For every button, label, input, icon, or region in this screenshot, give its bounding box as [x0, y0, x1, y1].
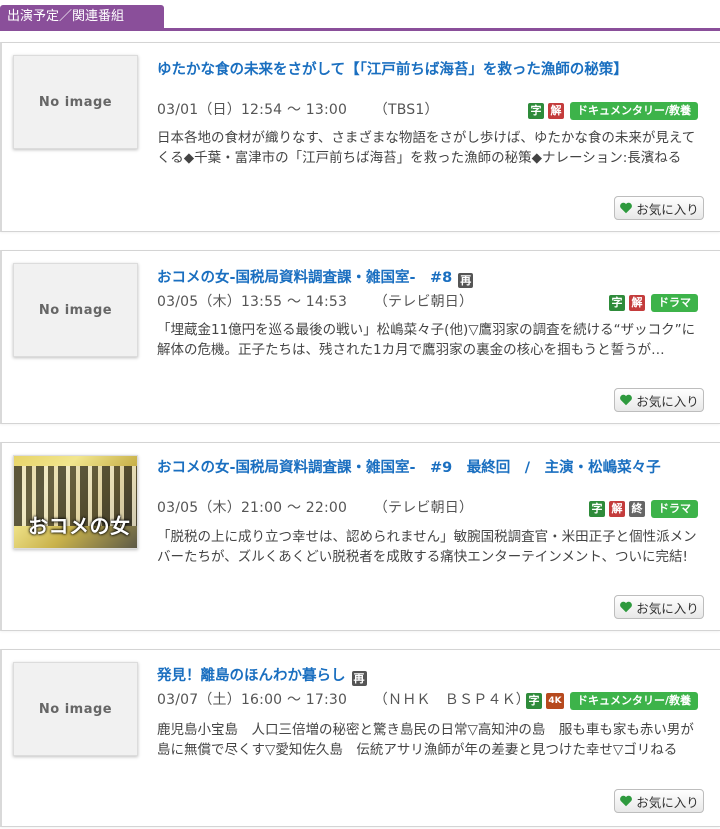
- genre-badge: ドラマ: [651, 500, 698, 518]
- program-schedule: 03/05（木）21:00 ～ 22:00 （テレビ朝日）: [157, 498, 473, 518]
- program-title-text: おコメの女-国税局資料調査課・雑国室- #8: [157, 270, 453, 286]
- tab-underline: [0, 28, 720, 31]
- program-description: 鹿児島小宝島 人口三倍増の秘密と驚き島民の日常▽高知沖の島 服も車も家も赤い男が…: [157, 722, 694, 758]
- program-schedule: 03/07（土）16:00 ～ 17:30 （ＮＨＫ ＢＳＰ４Ｋ）: [157, 690, 530, 710]
- program-channel: （ＮＨＫ ＢＳＰ４Ｋ）: [373, 692, 530, 708]
- section-tab[interactable]: 出演予定／関連番組: [0, 5, 164, 29]
- program-title[interactable]: おコメの女-国税局資料調査課・雑国室- #9 最終回 / 主演・松嶋菜々子: [157, 458, 667, 478]
- program-card: おコメの女 おコメの女-国税局資料調査課・雑国室- #9 最終回 / 主演・松嶋…: [0, 442, 720, 631]
- favorite-button[interactable]: お気に入り: [614, 789, 704, 813]
- program-thumbnail[interactable]: おコメの女: [13, 455, 138, 549]
- commentary-badge: 解: [629, 295, 645, 311]
- program-card: No image ゆたかな食の未来をさがして【「江戸前ちば海苔」を救った漁師の秘…: [0, 42, 720, 232]
- program-description: 「埋蔵金11億円を巡る最後の戦い」松嶋菜々子(他)▽鷹羽家の調査を続ける“ザッコ…: [157, 322, 696, 358]
- program-channel: （テレビ朝日）: [373, 294, 474, 310]
- subtitle-badge: 字: [589, 501, 605, 517]
- no-image-thumbnail[interactable]: No image: [13, 263, 138, 357]
- heart-icon: [620, 202, 633, 214]
- favorite-label: お気に入り: [636, 201, 699, 217]
- favorite-label: お気に入り: [636, 393, 699, 409]
- favorite-label: お気に入り: [636, 600, 699, 616]
- favorite-button[interactable]: お気に入り: [614, 388, 704, 412]
- program-card: No image 発見！離島のほんわか暮らし再 03/07（土）16:00 ～ …: [0, 649, 720, 827]
- heart-icon: [620, 795, 633, 807]
- program-schedule: 03/05（木）13:55 ～ 14:53 （テレビ朝日）: [157, 292, 473, 312]
- program-title[interactable]: おコメの女-国税局資料調査課・雑国室- #8 再: [157, 268, 667, 288]
- program-date: 03/07（土）16:00 ～ 17:30: [157, 692, 348, 708]
- rebroadcast-badge: 再: [458, 273, 474, 288]
- program-description: 日本各地の食材が織りなす、さまざまな物語をさがし歩けば、ゆたかな食の未来が見えて…: [157, 130, 696, 166]
- program-tags: 字 解 終 ドラマ: [589, 500, 698, 518]
- genre-badge: ドキュメンタリー/教養: [569, 692, 698, 710]
- program-card: No image おコメの女-国税局資料調査課・雑国室- #8 再 03/05（木…: [0, 250, 720, 424]
- subtitle-badge: 字: [525, 693, 542, 709]
- genre-badge: ドラマ: [651, 294, 698, 312]
- program-tags: 字 解 ドラマ: [609, 294, 698, 312]
- program-schedule: 03/01（日）12:54 ～ 13:00 （TBS1）: [157, 100, 439, 120]
- rebroadcast-badge: 再: [351, 671, 367, 686]
- program-title[interactable]: 発見！離島のほんわか暮らし再: [157, 666, 667, 686]
- program-tags: 字 解 ドキュメンタリー/教養: [527, 102, 698, 120]
- program-channel: （テレビ朝日）: [373, 500, 474, 516]
- heart-icon: [620, 601, 633, 613]
- 4k-badge: 4K: [545, 693, 564, 709]
- program-tags: 字 4K ドキュメンタリー/教養: [525, 692, 698, 710]
- commentary-badge: 解: [609, 501, 625, 517]
- program-title[interactable]: ゆたかな食の未来をさがして【「江戸前ちば海苔」を救った漁師の秘策】: [157, 60, 667, 80]
- heart-icon: [620, 394, 633, 406]
- commentary-badge: 解: [547, 103, 564, 119]
- subtitle-badge: 字: [527, 103, 544, 119]
- section-tab-bar: 出演予定／関連番組: [0, 0, 720, 31]
- genre-badge: ドキュメンタリー/教養: [569, 102, 698, 120]
- final-episode-badge: 終: [629, 501, 645, 517]
- favorite-button[interactable]: お気に入り: [614, 196, 704, 220]
- show-logo: おコメの女: [28, 514, 131, 538]
- program-date: 03/05（木）13:55 ～ 14:53: [157, 294, 348, 310]
- program-channel: （TBS1）: [373, 102, 439, 118]
- program-description: 「脱税の上に成り立つ幸せは、認められません」敏腕国税調査官・米田正子と個性派メン…: [157, 529, 697, 565]
- favorite-label: お気に入り: [636, 794, 699, 810]
- no-image-thumbnail[interactable]: No image: [13, 55, 138, 149]
- program-date: 03/01（日）12:54 ～ 13:00: [157, 102, 348, 118]
- subtitle-badge: 字: [609, 295, 625, 311]
- program-title-text: 発見！離島のほんわか暮らし: [157, 668, 346, 684]
- program-date: 03/05（木）21:00 ～ 22:00: [157, 500, 348, 516]
- favorite-button[interactable]: お気に入り: [614, 595, 704, 619]
- no-image-thumbnail[interactable]: No image: [13, 662, 138, 756]
